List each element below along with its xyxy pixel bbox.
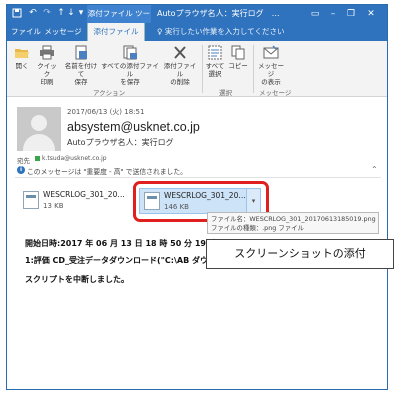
message-subject: Autoプラウザ名人：実行ログ [67,138,174,147]
quick-print-label-2: 印刷 [40,78,54,86]
sender-address[interactable]: absystem@usknet.co.jp [67,120,200,134]
save-icon[interactable] [11,8,23,19]
select-all-icon [208,45,222,60]
body-line: 開始日時:2017 年 06 月 13 日 18 時 50 分 19 秒 [25,239,217,248]
tooltip-filetype: ファイルの種類：.png ファイル [211,224,304,232]
attachment-size: 13 KB [43,202,64,210]
avatar-body [23,134,55,151]
annotation-callout: スクリーンショットの添付 [206,239,394,269]
open-label: 開く [15,62,29,70]
save-all-label-1: すべての添付ファイル [101,62,159,78]
show-message-label-2: の表示 [261,78,281,86]
quick-print-label-1: クイック [37,62,57,78]
show-message-button[interactable]: メッセージ の表示 [256,45,286,86]
group-separator [202,45,203,93]
save-as-label-1: 名前を付けて [64,62,98,78]
attachment-name: WESCRLOG_301_20… [43,190,125,199]
open-button[interactable]: 開く [11,45,33,70]
body-line: 1:評価 CD_受注データダウンロード("C:\AB ダウンロード") [25,256,215,265]
save-all-label-2: を保存 [120,78,140,86]
lightbulb-icon: ♀ [157,27,163,36]
tooltip-filename: ファイル名：WESCRLOG_301_20170613185019.png [211,215,376,223]
remove-attachment-label-2: の削除 [170,78,190,86]
title-bar: ↶ ↷ ↑ ↓ ▾ 添付ファイル ツール Autoプラウザ名人：実行ログ … ▭… [7,5,387,36]
show-message-label-1: メッセージ [258,62,284,78]
select-all-label-1: すべて [205,62,225,70]
window-title: Autoプラウザ名人：実行ログ … [157,9,280,18]
tell-me-text: 実行したい作業を入力してください [164,27,285,36]
attachment-item[interactable]: WESCRLOG_301_20… 13 KB [19,188,131,214]
ribbon: 開く クイック 印刷 名前を付けて 保存 すべての添付ファイル を保存 添付ファ… [7,41,387,97]
save-as-icon [75,45,87,60]
sent-datetime: 2017/06/13 (火) 18:51 [67,108,145,116]
copy-button[interactable]: コピー [227,45,249,70]
group-separator [253,45,254,93]
file-icon [23,191,39,209]
save-as-label-2: 保存 [74,78,88,86]
tab-file[interactable]: ファイル [11,23,41,41]
group-label-message: メッセージ [259,89,292,97]
outlook-message-window: ↶ ↷ ↑ ↓ ▾ 添付ファイル ツール Autoプラウザ名人：実行ログ … ▭… [6,4,388,390]
show-message-icon [263,45,279,59]
quick-print-button[interactable]: クイック 印刷 [35,45,59,86]
ribbon-options-icon[interactable]: ▭ [307,5,323,23]
ribbon-tabs: ファイル メッセージ 添付ファイル ♀ 実行したい作業を入力してください [7,23,387,41]
collapse-header-icon[interactable]: ⌃ [371,165,378,174]
body-line: スクリプトを中断しました。 [25,275,129,284]
group-label-select: 選択 [219,89,232,97]
group-label-action: アクション [93,89,126,97]
tab-attachment[interactable]: 添付ファイル [87,23,145,41]
attachment-tools-label: 添付ファイル ツール [87,5,151,36]
minimize-icon[interactable]: – [325,5,341,23]
recipient-address[interactable]: k.tsuda@usknet.co.jp [42,155,107,162]
avatar-head [31,115,47,131]
presence-icon [35,156,40,161]
remove-attachment-button[interactable]: 添付ファイル の削除 [161,45,199,86]
redo-icon[interactable]: ↷ [41,8,53,19]
delete-x-icon [174,46,186,59]
attachment-tooltip: ファイル名：WESCRLOG_301_20170613185019.png ファ… [207,212,379,234]
undo-icon[interactable]: ↶ [27,8,39,19]
copy-label: コピー [228,62,248,70]
tab-message[interactable]: メッセージ [43,23,83,41]
close-icon[interactable]: ✕ [363,5,379,23]
customize-icon[interactable]: ▾ [75,8,87,19]
save-all-icon [123,45,137,60]
save-as-button[interactable]: 名前を付けて 保存 [63,45,99,86]
save-all-attachments-button[interactable]: すべての添付ファイル を保存 [101,45,159,86]
avatar [17,107,61,151]
printer-icon [40,45,54,60]
to-label: 宛先 [17,157,30,165]
remove-attachment-label-1: 添付ファイル [163,62,197,78]
open-folder-icon [15,49,29,58]
importance-notice: このメッセージは "重要度 - 高" で送信されました。 [27,168,187,176]
tell-me-box[interactable]: ♀ 実行したい作業を入力してください [157,23,284,41]
copy-icon [231,45,245,60]
info-icon: i [17,166,25,174]
header-divider [15,177,381,178]
select-all-button[interactable]: すべて 選択 [205,45,225,78]
restore-icon[interactable]: ❐ [343,5,359,23]
select-all-label-2: 選択 [208,70,222,78]
